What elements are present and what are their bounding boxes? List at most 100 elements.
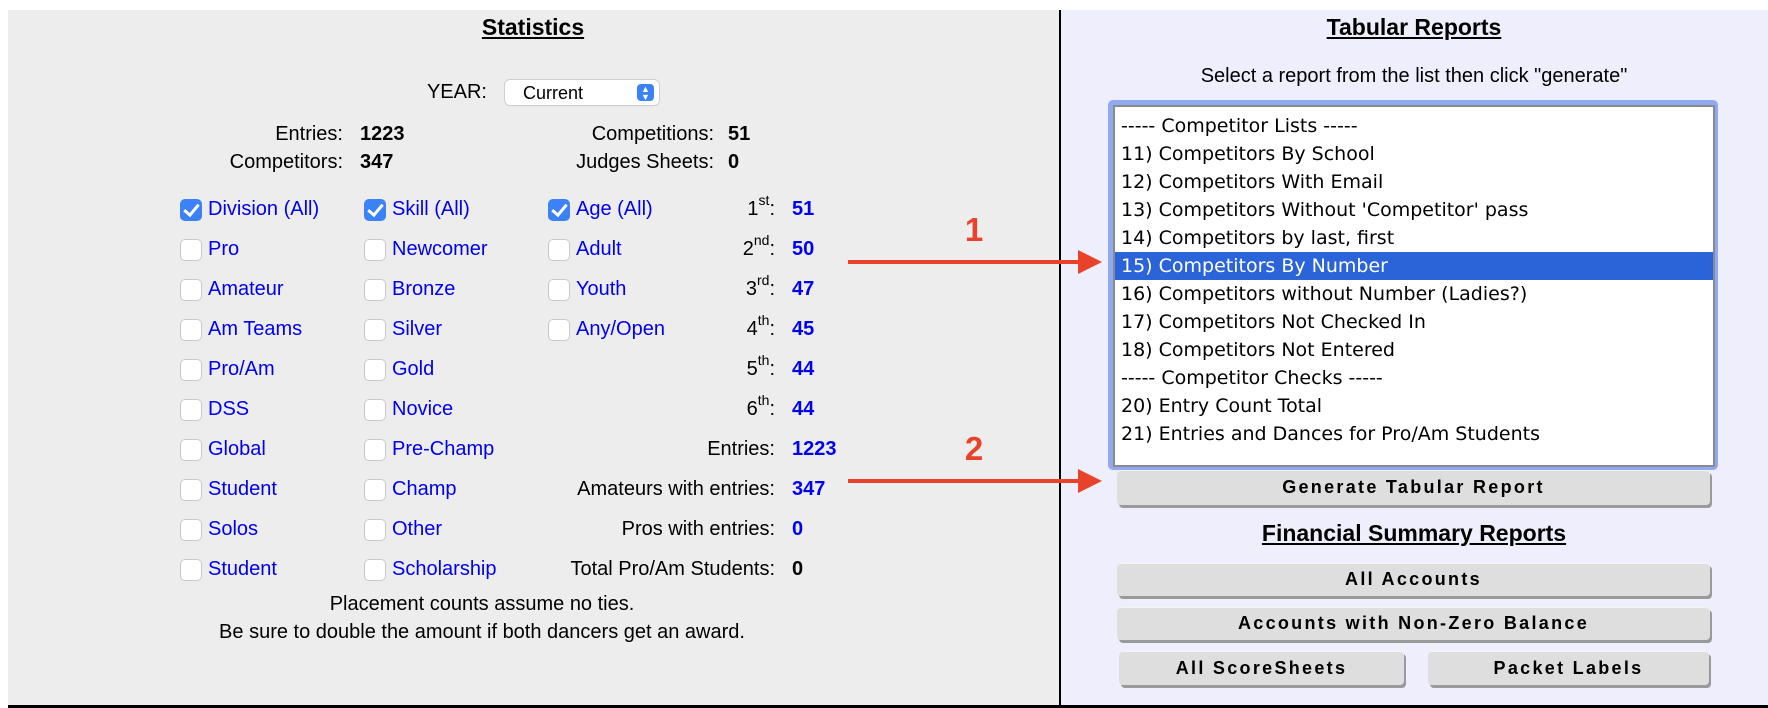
division-checkbox[interactable]	[180, 199, 202, 221]
age-checkbox-label[interactable]: Youth	[576, 278, 626, 301]
report-option[interactable]: 18) Competitors Not Entered	[1115, 336, 1713, 364]
division-checkbox[interactable]	[180, 279, 202, 301]
division-checkbox[interactable]	[180, 239, 202, 261]
division-checkbox[interactable]	[180, 359, 202, 381]
colon: :	[769, 278, 775, 300]
packet-labels-button[interactable]: Packet Labels	[1428, 651, 1709, 685]
skill-checkbox[interactable]	[364, 519, 386, 541]
report-option[interactable]: 16) Competitors without Number (Ladies?)	[1115, 280, 1713, 308]
placement-label: 3rd:	[675, 272, 775, 301]
chevron-updown-icon: ▲ ▼	[637, 84, 654, 102]
skill-checkbox[interactable]	[364, 279, 386, 301]
skill-checkbox-label[interactable]: Bronze	[392, 278, 455, 301]
colon: :	[769, 398, 775, 420]
skill-checkbox-label[interactable]: Other	[392, 518, 442, 541]
division-checkbox[interactable]	[180, 399, 202, 421]
report-option[interactable]: ----- Competitor Lists -----	[1115, 112, 1713, 140]
placement-number: 1	[747, 198, 759, 220]
skill-checkbox-label[interactable]: Novice	[392, 398, 453, 421]
report-option[interactable]: 11) Competitors By School	[1115, 140, 1713, 168]
division-checkbox-label[interactable]: Student	[208, 558, 277, 581]
age-checkbox-label[interactable]: Age (All)	[576, 198, 653, 221]
skill-checkbox[interactable]	[364, 399, 386, 421]
total-value: 0	[792, 558, 804, 580]
skill-checkbox[interactable]	[364, 479, 386, 501]
colon: :	[769, 198, 775, 220]
year-select-value: Current	[523, 83, 584, 103]
placement-label: 2nd:	[675, 232, 775, 261]
placement-value: 47	[792, 278, 815, 300]
arrow-right-icon	[1078, 469, 1102, 493]
all-accounts-button[interactable]: All Accounts	[1117, 563, 1710, 596]
placement-label: 4th:	[675, 312, 775, 341]
age-checkbox-label[interactable]: Adult	[576, 238, 622, 261]
skill-checkbox-label[interactable]: Newcomer	[392, 238, 488, 261]
skill-checkbox[interactable]	[364, 559, 386, 581]
placement-value: 45	[792, 318, 815, 340]
division-checkbox-label[interactable]: Am Teams	[208, 318, 302, 341]
year-select[interactable]: Current ▲ ▼	[505, 80, 659, 105]
report-option[interactable]: ----- Competitor Checks -----	[1115, 364, 1713, 392]
skill-checkbox[interactable]	[364, 359, 386, 381]
report-option[interactable]: 20) Entry Count Total	[1115, 392, 1713, 420]
report-listbox[interactable]: ----- Competitor Lists ----- 11) Competit…	[1113, 105, 1715, 467]
entries-label: Entries:	[275, 123, 343, 145]
placement-value: 50	[792, 238, 815, 260]
skill-checkbox-label[interactable]: Gold	[392, 358, 434, 381]
tabular-instructions: Select a report from the list then click…	[1200, 65, 1628, 87]
placement-number: 3	[745, 278, 757, 300]
note-double-amount: Be sure to double the amount if both dan…	[219, 621, 745, 643]
placement-label: 1st:	[675, 192, 775, 221]
arrow-right-icon	[1078, 250, 1102, 274]
skill-checkbox[interactable]	[364, 199, 386, 221]
report-option[interactable]: 12) Competitors With Email	[1115, 168, 1713, 196]
year-label: YEAR:	[426, 81, 487, 103]
placement-number: 2	[742, 238, 754, 260]
report-option[interactable]: 13) Competitors Without 'Competitor' pas…	[1115, 196, 1713, 224]
age-checkbox[interactable]	[548, 319, 570, 341]
skill-checkbox-label[interactable]: Champ	[392, 478, 456, 501]
division-checkbox[interactable]	[180, 439, 202, 461]
placement-label: 5th:	[675, 352, 775, 381]
skill-checkbox[interactable]	[364, 439, 386, 461]
competitions-value: 51	[728, 123, 751, 145]
report-option[interactable]: 14) Competitors by last, first	[1115, 224, 1713, 252]
division-checkbox[interactable]	[180, 479, 202, 501]
placement-value: 44	[792, 398, 815, 420]
division-checkbox[interactable]	[180, 559, 202, 581]
age-checkbox[interactable]	[548, 279, 570, 301]
division-checkbox-label[interactable]: Student	[208, 478, 277, 501]
division-checkbox-label[interactable]: Solos	[208, 518, 258, 541]
generate-tabular-report-button[interactable]: Generate Tabular Report	[1117, 470, 1710, 505]
competitors-value: 347	[360, 151, 394, 173]
division-checkbox[interactable]	[180, 519, 202, 541]
age-checkbox[interactable]	[548, 239, 570, 261]
placement-suffix: th	[757, 352, 770, 368]
report-option[interactable]: 17) Competitors Not Checked In	[1115, 308, 1713, 336]
division-checkbox-label[interactable]: Pro/Am	[208, 358, 275, 381]
all-scoresheets-button[interactable]: All ScoreSheets	[1119, 651, 1404, 685]
placement-label: 6th:	[675, 392, 775, 421]
skill-checkbox-label[interactable]: Silver	[392, 318, 442, 341]
report-option-selected[interactable]: 15) Competitors By Number	[1115, 252, 1713, 280]
note-no-ties: Placement counts assume no ties.	[329, 593, 635, 615]
age-checkbox-label[interactable]: Any/Open	[576, 318, 665, 341]
division-checkbox-label[interactable]: DSS	[208, 398, 249, 421]
colon: :	[769, 238, 775, 260]
division-checkbox-label[interactable]: Division (All)	[208, 198, 319, 221]
division-checkbox-label[interactable]: Pro	[208, 238, 239, 261]
total-label: Total Pro/Am Students:	[570, 558, 775, 580]
placement-suffix: nd	[753, 232, 770, 248]
division-checkbox-label[interactable]: Global	[208, 438, 266, 461]
division-checkbox[interactable]	[180, 319, 202, 341]
report-option[interactable]: 21) Entries and Dances for Pro/Am Studen…	[1115, 420, 1713, 448]
placement-value: 51	[792, 198, 815, 220]
nonzero-balance-button[interactable]: Accounts with Non-Zero Balance	[1117, 607, 1710, 640]
skill-checkbox[interactable]	[364, 239, 386, 261]
skill-checkbox[interactable]	[364, 319, 386, 341]
division-checkbox-label[interactable]: Amateur	[208, 278, 284, 301]
judges-sheets-value: 0	[728, 151, 740, 173]
competitors-label: Competitors:	[229, 151, 343, 173]
skill-checkbox-label[interactable]: Skill (All)	[392, 198, 470, 221]
age-checkbox[interactable]	[548, 199, 570, 221]
